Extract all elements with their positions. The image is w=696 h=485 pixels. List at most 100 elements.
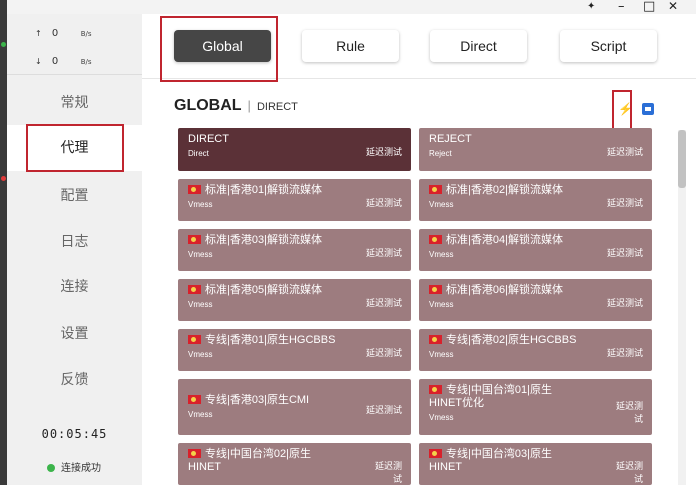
- latency-test-link[interactable]: 延迟测试: [366, 246, 402, 259]
- latency-test-link[interactable]: 延迟测试: [607, 145, 643, 158]
- close-button[interactable]: ✕: [668, 0, 678, 13]
- latency-test-link[interactable]: 延迟测试: [366, 296, 402, 309]
- proxy-name: 专线|香港03|原生CMI: [205, 394, 310, 406]
- proxy-card[interactable]: 专线|香港03|原生CMI Vmess 延迟测试: [178, 379, 411, 435]
- mode-direct-button[interactable]: Direct: [430, 30, 527, 62]
- latency-test-link[interactable]: 延迟测试: [366, 403, 402, 416]
- latency-test-link[interactable]: 延迟测试: [366, 196, 402, 209]
- proxy-name-wrap: 专线|香港03|原生CMI: [188, 394, 353, 407]
- latency-test-link[interactable]: 延迟测试: [366, 346, 402, 359]
- highlight-box-proxies: [26, 124, 124, 172]
- sidebar-item-settings[interactable]: 设置: [7, 311, 142, 357]
- download-speed: ↓ 0 B/s: [35, 56, 92, 67]
- hong-kong-flag-icon: [429, 235, 442, 244]
- proxy-card[interactable]: 标准|香港01|解锁流媒体 Vmess 延迟测试: [178, 179, 411, 221]
- locate-selected-icon[interactable]: [642, 103, 654, 115]
- notification-dot-icon: [1, 176, 6, 181]
- proxy-group-name: GLOBAL: [174, 97, 242, 114]
- highlight-box-global: [160, 16, 278, 82]
- china-flag-icon: [429, 449, 442, 458]
- proxy-name-wrap: 专线|香港01|原生HGCBBS: [188, 334, 353, 347]
- proxy-list-scrollbar[interactable]: [678, 130, 686, 485]
- proxy-name: 专线|中国台湾02|原生HINET: [188, 448, 311, 473]
- status-online-icon: [47, 464, 55, 472]
- minimize-button[interactable]: –: [618, 0, 625, 14]
- connection-status: 连接成功: [47, 459, 101, 474]
- hong-kong-flag-icon: [188, 235, 201, 244]
- proxy-name-wrap: 标准|香港04|解锁流媒体: [429, 234, 594, 247]
- maximize-button[interactable]: □: [643, 0, 655, 14]
- mode-rule-button[interactable]: Rule: [302, 30, 399, 62]
- group-separator: |: [247, 98, 251, 113]
- china-flag-icon: [188, 449, 201, 458]
- latency-test-link[interactable]: 延迟测试: [615, 399, 643, 425]
- latency-test-link[interactable]: 延迟测试: [607, 246, 643, 259]
- proxy-name: 专线|香港01|原生HGCBBS: [205, 334, 336, 346]
- latency-test-link[interactable]: 延迟测试: [607, 196, 643, 209]
- mode-script-button[interactable]: Script: [560, 30, 657, 62]
- mode-bar: Global Rule Direct Script: [142, 14, 696, 82]
- proxy-card[interactable]: 标准|香港03|解锁流媒体 Vmess 延迟测试: [178, 229, 411, 271]
- proxy-name: 标准|香港02|解锁流媒体: [446, 184, 563, 196]
- scrollbar-thumb[interactable]: [678, 130, 686, 188]
- desktop-edge: [0, 0, 7, 485]
- proxy-name: 专线|中国台湾03|原生HINET: [429, 448, 552, 473]
- sidebar: ↑ 0 B/s ↓ 0 B/s 常规 代理 配置 日志 连接 设置 反馈 00:…: [7, 14, 142, 485]
- proxy-card[interactable]: 专线|中国台湾02|原生HINET 延迟测试: [178, 443, 411, 485]
- proxy-card[interactable]: 专线|香港02|原生HGCBBS Vmess 延迟测试: [419, 329, 652, 371]
- upload-arrow-icon: ↑: [35, 29, 42, 38]
- proxy-name: 专线|中国台湾01|原生HINET优化: [429, 384, 552, 409]
- main-panel: Global Rule Direct Script GLOBAL | DIRECT …: [142, 14, 696, 485]
- proxy-name: 标准|香港03|解锁流媒体: [205, 234, 322, 246]
- latency-test-link[interactable]: 延迟测试: [607, 296, 643, 309]
- proxy-name-wrap: 标准|香港01|解锁流媒体: [188, 184, 353, 197]
- sidebar-item-profiles[interactable]: 配置: [7, 173, 142, 219]
- download-arrow-icon: ↓: [35, 57, 42, 66]
- proxy-name-wrap: 标准|香港05|解锁流媒体: [188, 284, 353, 297]
- upload-value: 0: [51, 28, 59, 39]
- hong-kong-flag-icon: [188, 285, 201, 294]
- sidebar-item-logs[interactable]: 日志: [7, 219, 142, 265]
- latency-test-link[interactable]: 延迟测试: [366, 145, 402, 158]
- proxy-group-header: GLOBAL | DIRECT: [174, 97, 298, 115]
- proxy-card[interactable]: 标准|香港04|解锁流媒体 Vmess 延迟测试: [419, 229, 652, 271]
- latency-test-link[interactable]: 延迟测试: [615, 459, 643, 485]
- proxy-name-wrap: 专线|中国台湾02|原生HINET: [188, 448, 338, 474]
- proxy-group-selected: DIRECT: [256, 101, 298, 113]
- proxy-name: 标准|香港04|解锁流媒体: [446, 234, 563, 246]
- proxy-card[interactable]: 标准|香港06|解锁流媒体 Vmess 延迟测试: [419, 279, 652, 321]
- proxy-card-reject[interactable]: REJECT Reject 延迟测试: [419, 128, 652, 171]
- download-unit: B/s: [80, 58, 92, 66]
- proxy-card[interactable]: 专线|中国台湾03|原生HINET 延迟测试: [419, 443, 652, 485]
- proxy-card[interactable]: 标准|香港05|解锁流媒体 Vmess 延迟测试: [178, 279, 411, 321]
- proxy-name-wrap: 专线|香港02|原生HGCBBS: [429, 334, 594, 347]
- proxy-name-wrap: 专线|中国台湾01|原生HINET优化: [429, 384, 579, 410]
- proxy-name-wrap: 标准|香港02|解锁流媒体: [429, 184, 594, 197]
- upload-unit: B/s: [80, 30, 92, 38]
- proxy-type: Vmess: [429, 413, 454, 422]
- proxy-name-wrap: 标准|香港06|解锁流媒体: [429, 284, 594, 297]
- status-text: 连接成功: [61, 463, 101, 474]
- sidebar-item-connections[interactable]: 连接: [7, 264, 142, 310]
- status-dot-icon: [1, 42, 6, 47]
- hong-kong-flag-icon: [429, 335, 442, 344]
- proxy-name: 标准|香港01|解锁流媒体: [205, 184, 322, 196]
- latency-test-link[interactable]: 延迟测试: [374, 459, 402, 485]
- proxy-card[interactable]: 专线|香港01|原生HGCBBS Vmess 延迟测试: [178, 329, 411, 371]
- sidebar-item-general[interactable]: 常规: [7, 80, 142, 126]
- highlight-box-latency-test: [612, 90, 632, 131]
- proxy-card-direct[interactable]: DIRECT Direct 延迟测试: [178, 128, 411, 171]
- traffic-panel: ↑ 0 B/s ↓ 0 B/s: [7, 14, 142, 75]
- download-value: 0: [51, 56, 59, 67]
- proxy-card[interactable]: 专线|中国台湾01|原生HINET优化 Vmess 延迟测试: [419, 379, 652, 435]
- title-bar: ✦ – □ ✕: [7, 0, 696, 14]
- sidebar-item-feedback[interactable]: 反馈: [7, 357, 142, 403]
- pin-icon[interactable]: ✦: [587, 1, 595, 12]
- proxy-name: 标准|香港05|解锁流媒体: [205, 284, 322, 296]
- proxy-card[interactable]: 标准|香港02|解锁流媒体 Vmess 延迟测试: [419, 179, 652, 221]
- proxy-name: 标准|香港06|解锁流媒体: [446, 284, 563, 296]
- hong-kong-flag-icon: [429, 285, 442, 294]
- latency-test-link[interactable]: 延迟测试: [607, 346, 643, 359]
- proxy-name: REJECT: [429, 133, 472, 145]
- hong-kong-flag-icon: [188, 395, 201, 404]
